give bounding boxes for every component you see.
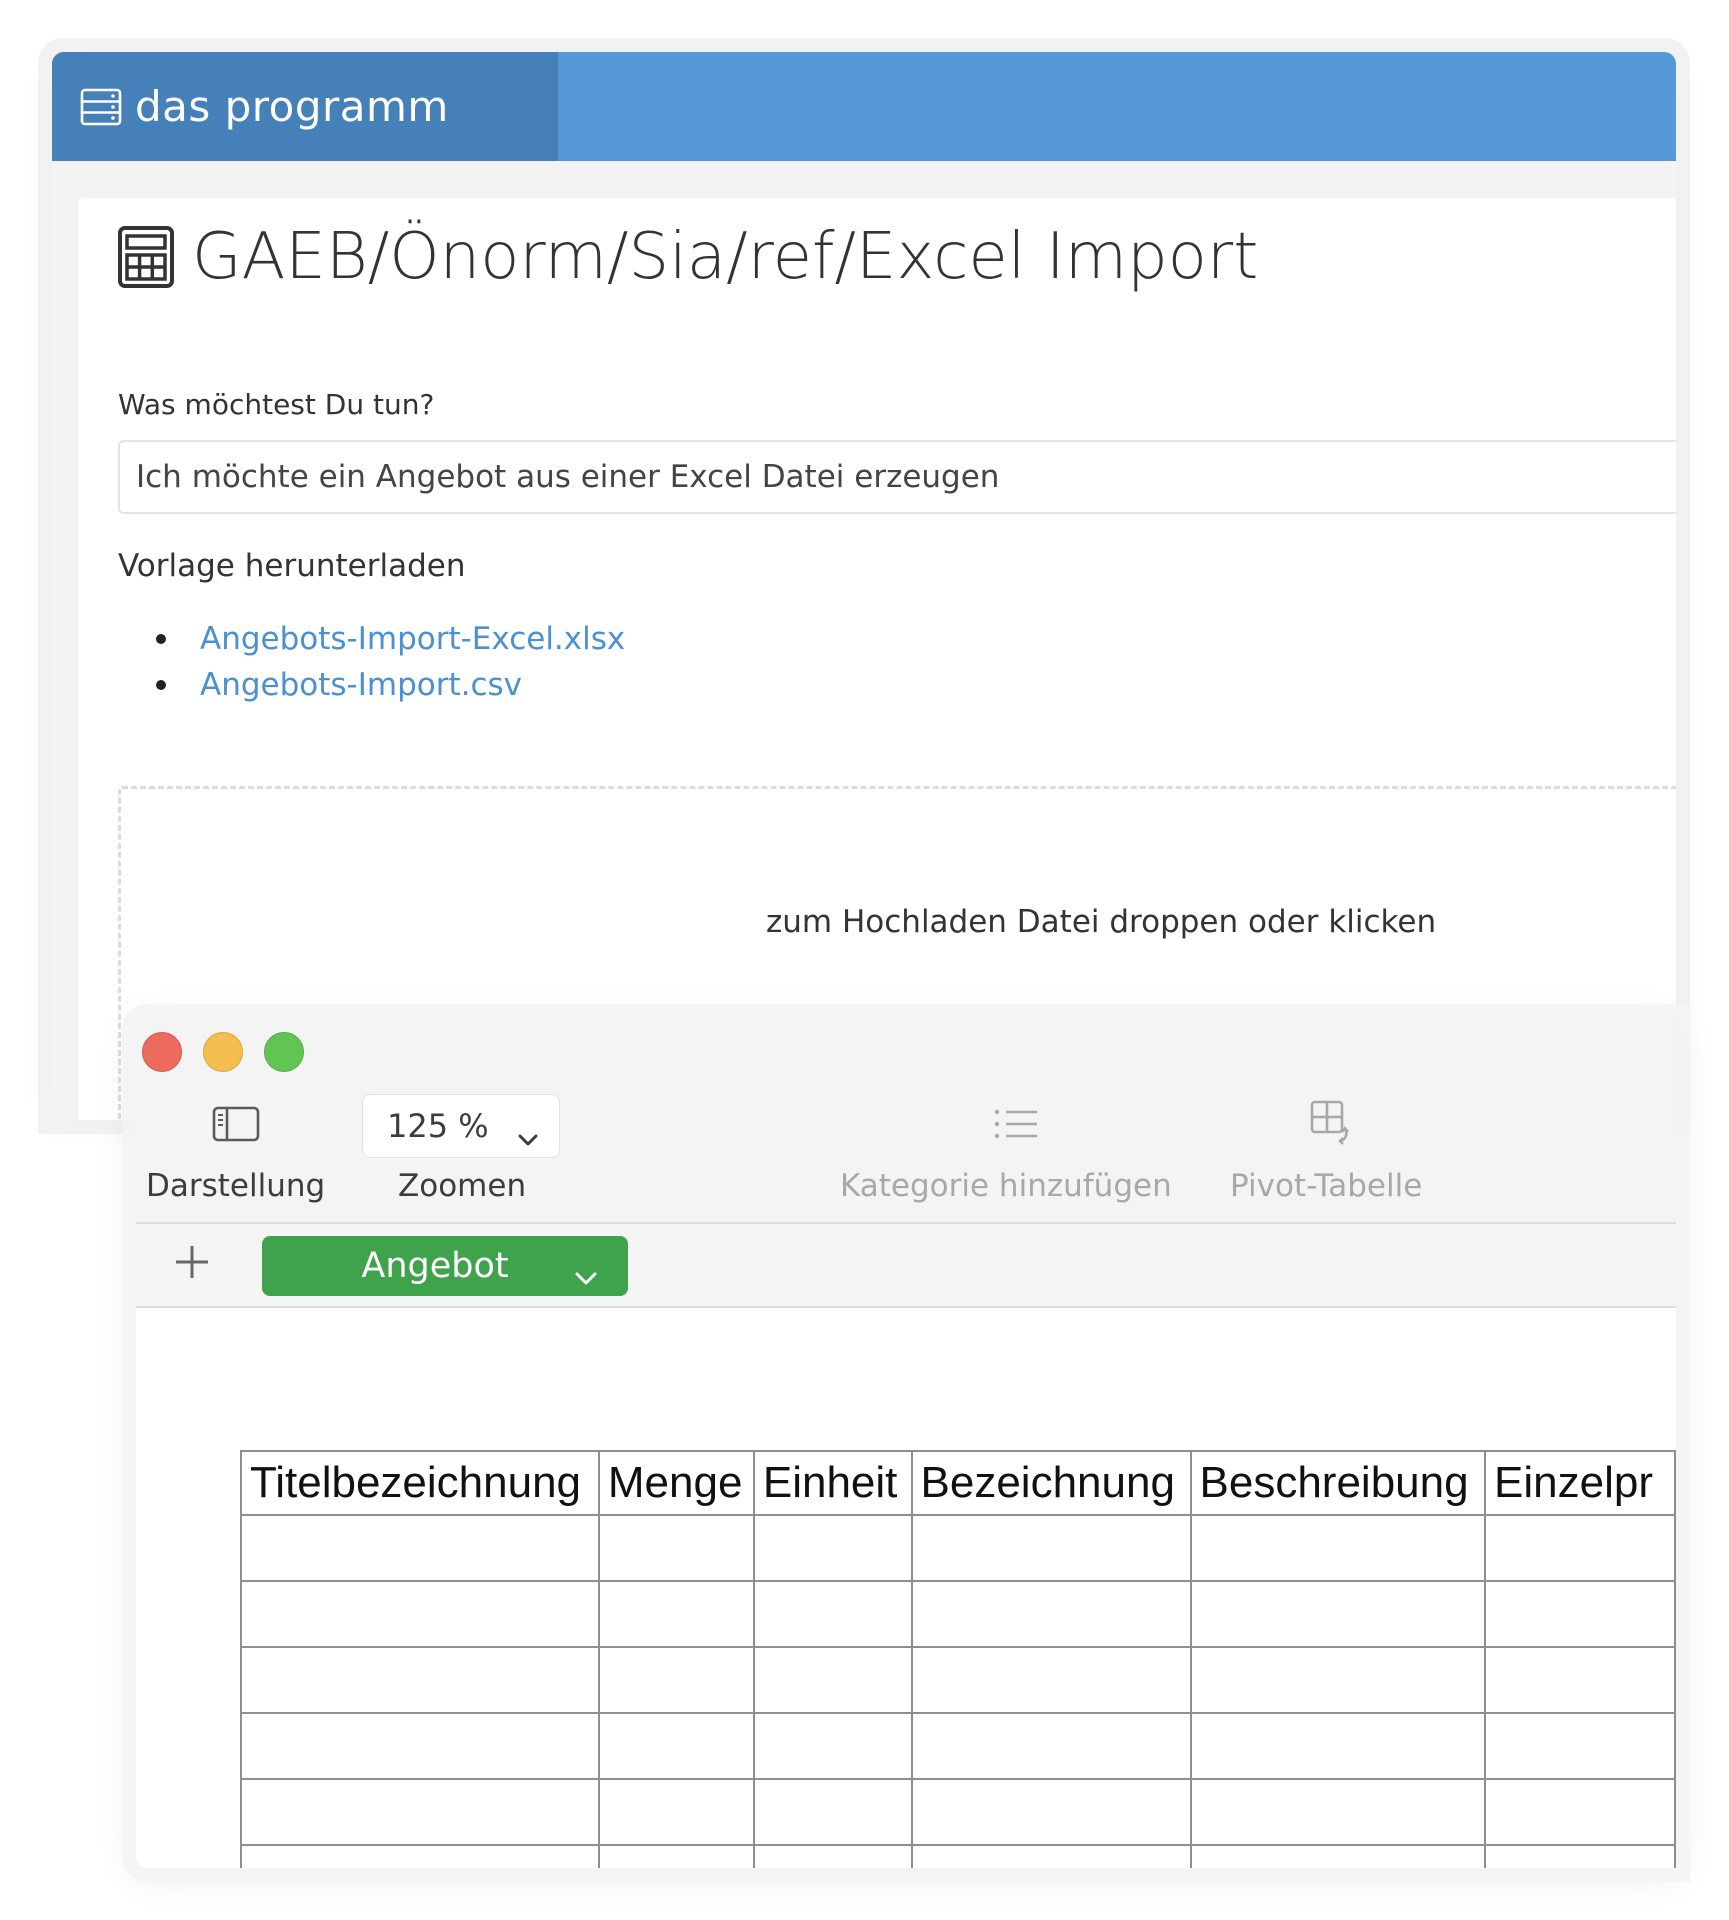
bullet — [156, 680, 166, 690]
table-cell[interactable] — [240, 1778, 600, 1846]
column-header[interactable]: Bezeichnung — [910, 1450, 1192, 1516]
table-header-row: Titelbezeichnung Menge Einheit Bezeichnu… — [240, 1450, 1676, 1516]
sheet-tab-angebot[interactable]: Angebot — [262, 1236, 628, 1296]
table-cell[interactable] — [1189, 1712, 1487, 1780]
table-cell[interactable] — [752, 1646, 913, 1714]
calculator-icon — [116, 223, 176, 291]
close-window-button[interactable] — [142, 1032, 182, 1072]
table-cell[interactable] — [240, 1514, 600, 1582]
add-sheet-icon[interactable] — [172, 1242, 212, 1282]
table-cell[interactable] — [1484, 1712, 1676, 1780]
column-header[interactable]: Beschreibung — [1189, 1450, 1487, 1516]
app-header: das programm — [52, 52, 1676, 161]
dropzone-text: zum Hochladen Datei droppen oder klicken — [766, 904, 1437, 940]
table-cell[interactable] — [1189, 1844, 1487, 1868]
sheet-tab-bar: Angebot — [136, 1224, 1676, 1308]
table-row — [240, 1514, 1676, 1582]
spreadsheet-toolbar: Darstellung 125 % Zoomen Kategorie hinzu… — [136, 1018, 1676, 1224]
table-cell[interactable] — [597, 1514, 755, 1582]
table-cell[interactable] — [910, 1844, 1192, 1868]
table-cell[interactable] — [910, 1778, 1192, 1846]
table-cell[interactable] — [240, 1646, 600, 1714]
pivot-table-icon[interactable] — [1308, 1098, 1358, 1148]
table-cell[interactable] — [240, 1844, 600, 1868]
sheet-canvas: Titelbezeichnung Menge Einheit Bezeichnu… — [136, 1308, 1676, 1868]
action-select-value: Ich möchte ein Angebot aus einer Excel D… — [136, 459, 1000, 495]
chevron-down-icon[interactable] — [574, 1256, 598, 1296]
zoom-window-button[interactable] — [264, 1032, 304, 1072]
spreadsheet-window: Darstellung 125 % Zoomen Kategorie hinzu… — [136, 1018, 1676, 1868]
bullet — [156, 634, 166, 644]
server-icon — [79, 87, 123, 127]
table-cell[interactable] — [1189, 1514, 1487, 1582]
table-cell[interactable] — [597, 1646, 755, 1714]
action-question-label: Was möchtest Du tun? — [118, 388, 435, 421]
table-row — [240, 1646, 1676, 1714]
list-item: Angebots-Import.csv — [156, 662, 625, 708]
template-link-csv[interactable]: Angebots-Import.csv — [200, 667, 522, 703]
column-header[interactable]: Einzelpr — [1484, 1450, 1676, 1516]
brand-title: das programm — [135, 82, 449, 131]
pivot-table-label: Pivot-Tabelle — [1230, 1168, 1423, 1204]
action-select[interactable]: Ich möchte ein Angebot aus einer Excel D… — [118, 440, 1676, 514]
table-cell[interactable] — [1484, 1580, 1676, 1648]
table-cell[interactable] — [1189, 1646, 1487, 1714]
table-cell[interactable] — [1484, 1844, 1676, 1868]
table-cell[interactable] — [240, 1712, 600, 1780]
table-cell[interactable] — [597, 1844, 755, 1868]
table-cell[interactable] — [910, 1580, 1192, 1648]
app-window: das programm GAEB/Önorm/Sia/ref/Excel Im… — [52, 52, 1676, 1120]
page-title-row: GAEB/Önorm/Sia/ref/Excel Import — [116, 220, 1258, 294]
table-cell[interactable] — [910, 1712, 1192, 1780]
table-cell[interactable] — [910, 1514, 1192, 1582]
zoom-value: 125 % — [387, 1107, 489, 1145]
sidebar-icon[interactable] — [212, 1104, 260, 1144]
table-cell[interactable] — [1484, 1778, 1676, 1846]
table-row — [240, 1844, 1676, 1868]
page-title: GAEB/Önorm/Sia/ref/Excel Import — [192, 220, 1259, 294]
template-link-xlsx[interactable]: Angebots-Import-Excel.xlsx — [200, 621, 625, 657]
app-brand[interactable]: das programm — [52, 52, 558, 161]
table-cell[interactable] — [1484, 1514, 1676, 1582]
chevron-down-icon — [517, 1117, 539, 1155]
column-header[interactable]: Titelbezeichnung — [240, 1450, 600, 1516]
sheet-tab-label: Angebot — [361, 1246, 509, 1286]
category-add-label: Kategorie hinzufügen — [840, 1168, 1172, 1204]
table-cell[interactable] — [752, 1778, 913, 1846]
table-cell[interactable] — [597, 1778, 755, 1846]
table-row — [240, 1778, 1676, 1846]
table-cell[interactable] — [910, 1646, 1192, 1714]
table-cell[interactable] — [1189, 1778, 1487, 1846]
template-link-list: Angebots-Import-Excel.xlsx Angebots-Impo… — [156, 616, 625, 708]
table-cell[interactable] — [752, 1712, 913, 1780]
content-card: GAEB/Önorm/Sia/ref/Excel Import Was möch… — [78, 198, 1676, 1120]
zoom-select[interactable]: 125 % — [362, 1094, 560, 1158]
template-download-label: Vorlage herunterladen — [118, 548, 466, 584]
table-cell[interactable] — [752, 1580, 913, 1648]
table-cell[interactable] — [752, 1514, 913, 1582]
column-header[interactable]: Menge — [597, 1450, 755, 1516]
list-icon[interactable] — [992, 1104, 1040, 1144]
table-cell[interactable] — [752, 1844, 913, 1868]
minimize-window-button[interactable] — [203, 1032, 243, 1072]
list-item: Angebots-Import-Excel.xlsx — [156, 616, 625, 662]
table-row — [240, 1580, 1676, 1648]
spreadsheet-table[interactable]: Titelbezeichnung Menge Einheit Bezeichnu… — [240, 1450, 1676, 1868]
table-row — [240, 1712, 1676, 1780]
view-label: Darstellung — [146, 1168, 326, 1204]
table-cell[interactable] — [240, 1580, 600, 1648]
table-cell[interactable] — [597, 1712, 755, 1780]
table-cell[interactable] — [597, 1580, 755, 1648]
table-cell[interactable] — [1484, 1646, 1676, 1714]
column-header[interactable]: Einheit — [752, 1450, 913, 1516]
table-cell[interactable] — [1189, 1580, 1487, 1648]
zoom-label: Zoomen — [398, 1168, 527, 1204]
